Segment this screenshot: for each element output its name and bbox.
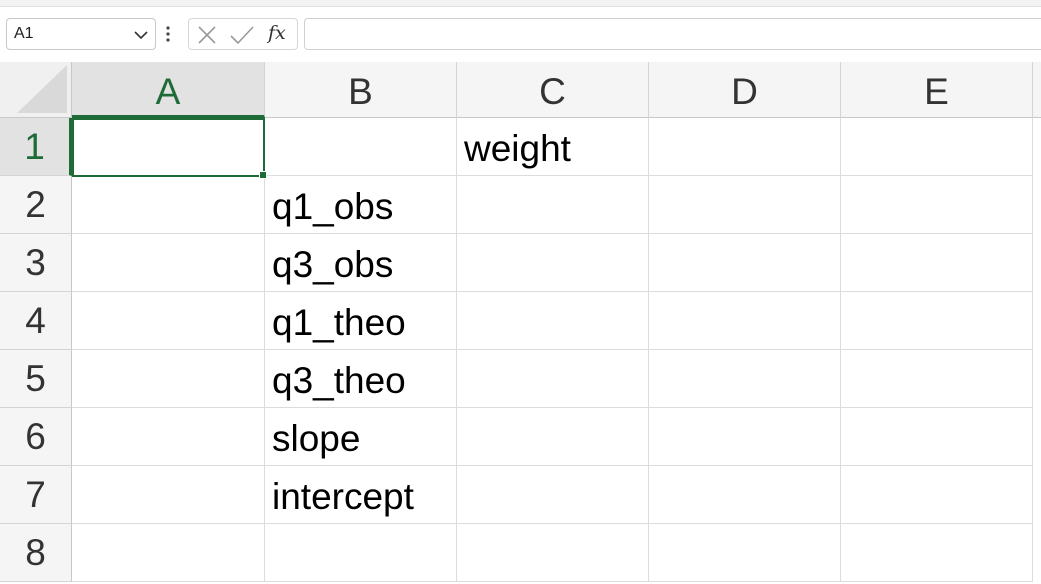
column-header-b[interactable]: B: [265, 62, 457, 118]
insert-function-button[interactable]: fx: [268, 22, 286, 44]
cell-a5[interactable]: [72, 350, 265, 408]
column-header-a[interactable]: A: [72, 62, 265, 118]
row-header-4[interactable]: 4: [0, 292, 72, 350]
cell-b5[interactable]: q3_theo: [265, 350, 457, 408]
row-header-2[interactable]: 2: [0, 176, 72, 234]
formula-bar: A1 fx: [0, 7, 1041, 62]
column-header-d[interactable]: D: [649, 62, 841, 118]
cell-b3[interactable]: q3_obs: [265, 234, 457, 292]
cell-b2[interactable]: q1_obs: [265, 176, 457, 234]
formula-input[interactable]: [304, 18, 1041, 50]
cell-c4[interactable]: [457, 292, 649, 350]
row-header-7[interactable]: 7: [0, 466, 72, 524]
cell-d2[interactable]: [649, 176, 841, 234]
cell-b4[interactable]: q1_theo: [265, 292, 457, 350]
cell-a1[interactable]: [72, 118, 265, 176]
cell-d1[interactable]: [649, 118, 841, 176]
column-header-e[interactable]: E: [841, 62, 1033, 118]
window-top-edge: [0, 0, 1041, 7]
row-header-6[interactable]: 6: [0, 408, 72, 466]
cell-d6[interactable]: [649, 408, 841, 466]
cell-a3[interactable]: [72, 234, 265, 292]
more-options-icon[interactable]: [164, 23, 172, 45]
cell-e3[interactable]: [841, 234, 1033, 292]
chevron-down-icon[interactable]: [133, 28, 149, 42]
cell-e4[interactable]: [841, 292, 1033, 350]
cell-e7[interactable]: [841, 466, 1033, 524]
column-header-c[interactable]: C: [457, 62, 649, 118]
name-box[interactable]: A1: [6, 18, 156, 50]
row-header-5[interactable]: 5: [0, 350, 72, 408]
cell-b7[interactable]: intercept: [265, 466, 457, 524]
cell-d8[interactable]: [649, 524, 841, 582]
row-header-8[interactable]: 8: [0, 524, 72, 582]
select-all-corner[interactable]: [0, 62, 72, 118]
cell-c2[interactable]: [457, 176, 649, 234]
cell-e5[interactable]: [841, 350, 1033, 408]
name-box-value: A1: [14, 25, 34, 42]
column-header-partial[interactable]: [1033, 62, 1041, 118]
cell-c3[interactable]: [457, 234, 649, 292]
cell-e8[interactable]: [841, 524, 1033, 582]
select-all-triangle-icon: [17, 65, 67, 113]
formula-actions: fx: [188, 18, 298, 50]
cell-a8[interactable]: [72, 524, 265, 582]
cell-a7[interactable]: [72, 466, 265, 524]
cancel-icon[interactable]: [197, 25, 217, 45]
cell-d3[interactable]: [649, 234, 841, 292]
row-header-3[interactable]: 3: [0, 234, 72, 292]
cell-e1[interactable]: [841, 118, 1033, 176]
cell-e6[interactable]: [841, 408, 1033, 466]
cell-d7[interactable]: [649, 466, 841, 524]
spreadsheet-grid: A B C D E 1 2 3 4 5 6 7 8 weight q1_obs …: [0, 62, 1041, 584]
check-icon[interactable]: [229, 25, 255, 45]
cell-b1[interactable]: [265, 118, 457, 176]
cell-c1[interactable]: weight: [457, 118, 649, 176]
cell-d4[interactable]: [649, 292, 841, 350]
cell-b6[interactable]: slope: [265, 408, 457, 466]
cell-c8[interactable]: [457, 524, 649, 582]
cell-b8[interactable]: [265, 524, 457, 582]
cell-a6[interactable]: [72, 408, 265, 466]
cell-c6[interactable]: [457, 408, 649, 466]
cell-c7[interactable]: [457, 466, 649, 524]
cell-d5[interactable]: [649, 350, 841, 408]
row-header-1[interactable]: 1: [0, 118, 72, 176]
cell-e2[interactable]: [841, 176, 1033, 234]
cell-a2[interactable]: [72, 176, 265, 234]
cell-c5[interactable]: [457, 350, 649, 408]
cell-a4[interactable]: [72, 292, 265, 350]
